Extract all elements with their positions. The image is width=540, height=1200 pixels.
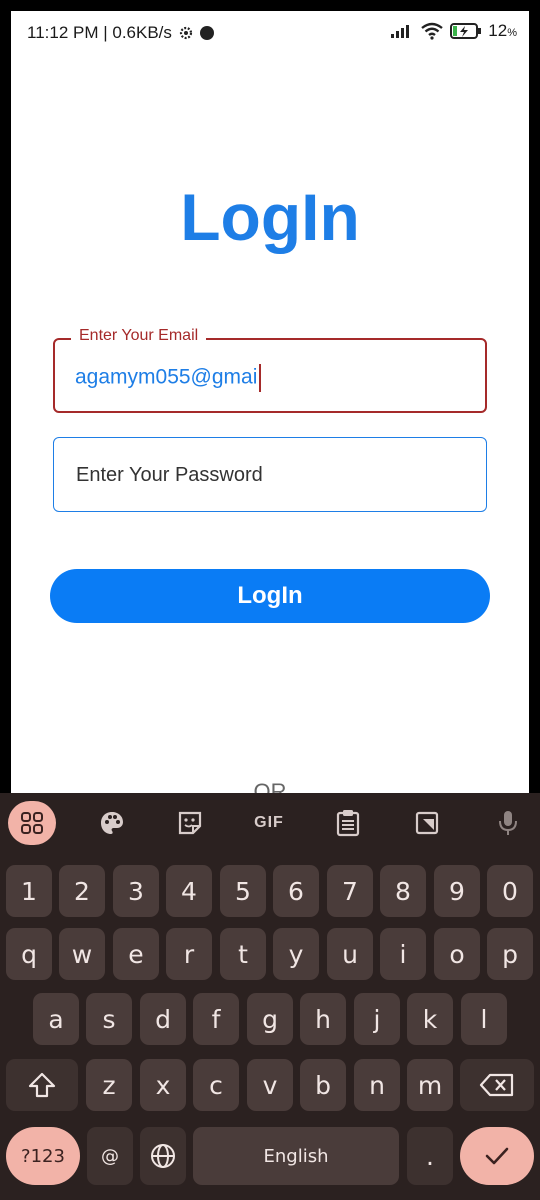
- backspace-icon: [479, 1073, 514, 1097]
- battery-level: 12%: [488, 21, 517, 40]
- key-r[interactable]: r: [166, 928, 212, 980]
- battery-charging-icon: [450, 23, 482, 39]
- page-title: LogIn: [180, 180, 360, 254]
- app-screen: 11:12 PM | 0.6KB/s 12% LogIn Enter Your …: [11, 11, 529, 793]
- key-0[interactable]: 0: [487, 865, 533, 917]
- settings-gear-icon: [179, 26, 193, 40]
- key-j[interactable]: j: [354, 993, 400, 1045]
- key-m[interactable]: m: [407, 1059, 453, 1111]
- microphone-icon[interactable]: [490, 805, 526, 841]
- globe-icon: [151, 1144, 175, 1168]
- shift-key[interactable]: [6, 1059, 78, 1111]
- language-key[interactable]: [140, 1127, 186, 1185]
- key-h[interactable]: h: [300, 993, 346, 1045]
- checkmark-icon: [485, 1147, 509, 1165]
- signal-icon: [391, 25, 410, 38]
- key-w[interactable]: w: [59, 928, 105, 980]
- key-l[interactable]: l: [461, 993, 507, 1045]
- key-4[interactable]: 4: [166, 865, 212, 917]
- key-o[interactable]: o: [434, 928, 480, 980]
- password-field-placeholder: Enter Your Password: [76, 464, 263, 486]
- key-x[interactable]: x: [140, 1059, 186, 1111]
- key-t[interactable]: t: [220, 928, 266, 980]
- key-6[interactable]: 6: [273, 865, 319, 917]
- password-field[interactable]: Enter Your Password: [53, 437, 487, 512]
- key-c[interactable]: c: [193, 1059, 239, 1111]
- or-divider-text: OR: [253, 779, 287, 793]
- period-key[interactable]: .: [407, 1127, 453, 1185]
- text-cursor: [259, 364, 262, 392]
- soft-keyboard: GIF 1 2 3 4 5 6 7 8 9 0 q w e r t y u i …: [0, 793, 540, 1200]
- key-y[interactable]: y: [273, 928, 319, 980]
- shift-arrow-icon: [28, 1072, 56, 1098]
- key-f[interactable]: f: [193, 993, 239, 1045]
- key-3[interactable]: 3: [113, 865, 159, 917]
- wifi-icon: [421, 22, 444, 40]
- key-b[interactable]: b: [300, 1059, 346, 1111]
- status-bar: 11:12 PM | 0.6KB/s 12%: [11, 11, 529, 55]
- key-7[interactable]: 7: [327, 865, 373, 917]
- key-9[interactable]: 9: [434, 865, 480, 917]
- login-button[interactable]: LogIn: [50, 569, 490, 623]
- key-q[interactable]: q: [6, 928, 52, 980]
- clipboard-icon[interactable]: [330, 805, 366, 841]
- key-g[interactable]: g: [247, 993, 293, 1045]
- key-s[interactable]: s: [86, 993, 132, 1045]
- email-field[interactable]: Enter Your Email agamym055@gmai: [53, 327, 487, 413]
- key-5[interactable]: 5: [220, 865, 266, 917]
- notification-dot-icon: [199, 26, 214, 40]
- key-p[interactable]: p: [487, 928, 533, 980]
- status-time: 11:12 PM | 0.6KB/s: [27, 23, 172, 42]
- keyboard-toolbar: GIF: [0, 793, 540, 853]
- key-v[interactable]: v: [247, 1059, 293, 1111]
- key-8[interactable]: 8: [380, 865, 426, 917]
- screenshot-icon[interactable]: [409, 805, 445, 841]
- status-right: 12%: [390, 21, 517, 41]
- symbols-key[interactable]: ?123: [6, 1127, 80, 1185]
- space-bar[interactable]: English: [193, 1127, 399, 1185]
- key-i[interactable]: i: [380, 928, 426, 980]
- key-d[interactable]: d: [140, 993, 186, 1045]
- email-field-label: Enter Your Email: [71, 327, 207, 345]
- key-z[interactable]: z: [86, 1059, 132, 1111]
- status-left: 11:12 PM | 0.6KB/s: [27, 23, 214, 43]
- apps-grid-icon[interactable]: [8, 801, 56, 845]
- palette-icon[interactable]: [94, 805, 130, 841]
- backspace-key[interactable]: [460, 1059, 534, 1111]
- key-e[interactable]: e: [113, 928, 159, 980]
- sticker-icon[interactable]: [172, 805, 208, 841]
- key-k[interactable]: k: [407, 993, 453, 1045]
- email-field-value[interactable]: agamym055@gmai: [75, 364, 262, 392]
- done-key[interactable]: [460, 1127, 534, 1185]
- key-a[interactable]: a: [33, 993, 79, 1045]
- gif-icon[interactable]: GIF: [251, 805, 287, 841]
- key-1[interactable]: 1: [6, 865, 52, 917]
- at-key[interactable]: @: [87, 1127, 133, 1185]
- key-2[interactable]: 2: [59, 865, 105, 917]
- key-u[interactable]: u: [327, 928, 373, 980]
- key-n[interactable]: n: [354, 1059, 400, 1111]
